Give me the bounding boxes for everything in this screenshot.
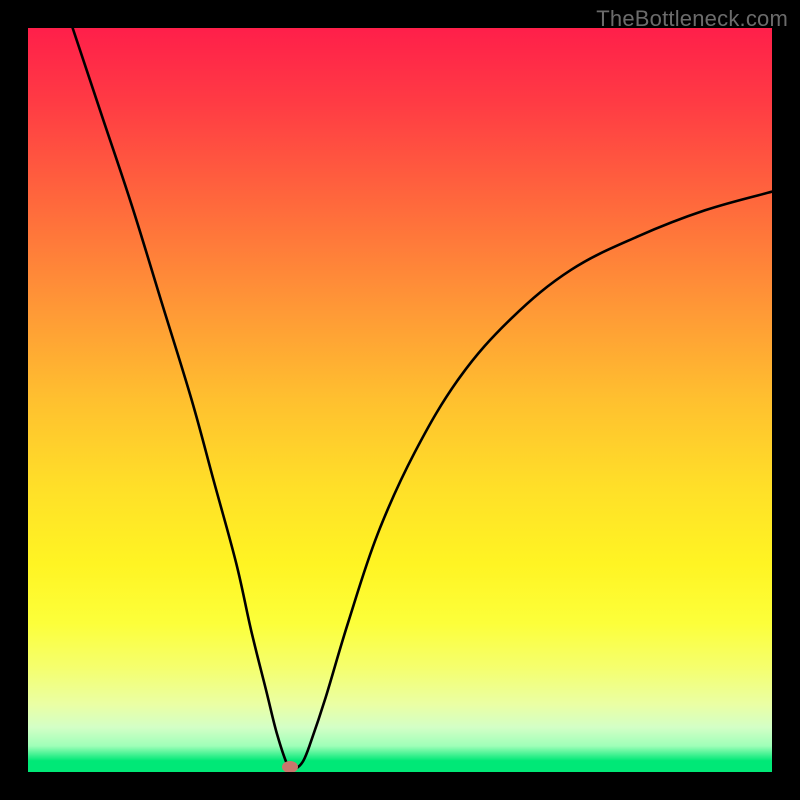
chart-frame: TheBottleneck.com xyxy=(0,0,800,800)
plot-area xyxy=(28,28,772,772)
optimum-marker xyxy=(282,761,298,772)
curve-svg xyxy=(28,28,772,772)
bottleneck-curve xyxy=(73,28,772,770)
